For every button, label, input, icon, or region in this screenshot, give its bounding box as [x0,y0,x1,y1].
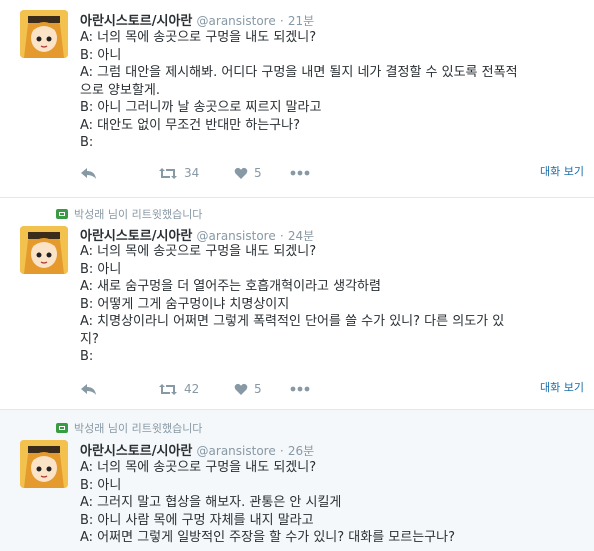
tweet-time[interactable]: 26분 [288,444,314,458]
more-button[interactable] [290,170,330,176]
tweet-1[interactable]: 아란시스토르/시아란 @aransistore · 21분 A: 너의 목에 송… [0,0,594,198]
avatar-anime-girl-icon [20,440,68,488]
tweet-line: 지? [80,331,99,347]
retweeted-by-text[interactable]: 박성래 님이 리트윗했습니다 [74,206,202,222]
reply-icon [81,383,96,395]
tweet-actions: 42 5 [80,380,580,398]
more-icon [290,386,310,392]
tweet-line: 으로 양보할게. [80,82,161,98]
tweet-line: B: [80,135,94,150]
separator-dot: · [279,444,284,458]
reply-button[interactable] [80,167,158,180]
retweet-button[interactable]: 42 [158,382,234,396]
retweeted-icon [56,209,68,219]
retweet-icon [159,167,177,179]
view-conversation-link[interactable]: 대화 보기 [540,163,584,179]
retweeted-icon [56,423,68,433]
avatar[interactable] [20,226,68,274]
display-name[interactable]: 아란시스토르/시아란 [80,14,192,29]
avatar-anime-girl-icon [20,10,68,58]
heart-icon [234,383,248,395]
tweet-line: B: 아니 [80,477,122,493]
tweet-2[interactable]: 박성래 님이 리트윗했습니다 아란시스토르/시아란 @aransistore ·… [0,198,594,410]
like-count: 5 [254,166,262,180]
retweet-icon [159,383,177,395]
retweet-button[interactable]: 34 [158,166,234,180]
tweet-3[interactable]: 박성래 님이 리트윗했습니다 아란시스토르/시아란 @aransistore ·… [0,410,594,551]
tweet-line: A: 너의 목에 송곳으로 구멍을 내도 되겠니? [80,244,317,259]
retweet-count: 42 [184,382,200,396]
display-name[interactable]: 아란시스토르/시아란 [80,229,192,244]
tweet-time[interactable]: 21분 [288,14,314,28]
more-icon [290,170,310,176]
retweet-count: 34 [184,166,200,180]
tweet-header: 아란시스토르/시아란 @aransistore · 24분 [80,225,314,244]
tweet-line: A: 너의 목에 송곳으로 구멍을 내도 되겠니? [80,460,317,475]
avatar-anime-girl-icon [20,226,68,274]
tweet-line: A: 대안도 없이 무조건 반대만 하는구나? [80,117,301,133]
avatar[interactable] [20,10,68,58]
reply-button[interactable] [80,383,158,396]
display-name[interactable]: 아란시스토르/시아란 [80,444,192,459]
tweet-header: 아란시스토르/시아란 @aransistore · 26분 [80,440,314,459]
retweet-context: 박성래 님이 리트윗했습니다 [56,206,202,222]
tweet-text: A: 너의 목에 송곳으로 구멍을 내도 되겠니? B: 아니 A: 새로 숨구… [80,243,580,366]
user-handle[interactable]: @aransistore [197,14,276,28]
tweet-time[interactable]: 24분 [288,229,314,243]
tweet-line: B: 아니 [80,261,122,277]
tweet-text: A: 너의 목에 송곳으로 구멍을 내도 되겠니? B: 아니 A: 그럼 대안… [80,29,580,152]
like-button[interactable]: 5 [234,166,290,180]
separator-dot: · [279,14,284,28]
tweet-line: A: 새로 숨구멍을 더 열어주는 호흡개혁이라고 생각하렴 [80,279,381,294]
tweet-text: A: 너의 목에 송곳으로 구멍을 내도 되겠니? B: 아니 A: 그러지 말… [80,459,580,547]
retweet-context: 박성래 님이 리트윗했습니다 [56,420,202,436]
tweet-line: B: 어떻게 그게 숨구멍이냐 치명상이지 [80,296,290,312]
tweet-line: B: [80,349,94,364]
like-button[interactable]: 5 [234,382,290,396]
heart-icon [234,167,248,179]
tweet-line: A: 그러지 말고 협상을 해보자. 관통은 안 시킬게 [80,495,342,510]
user-handle[interactable]: @aransistore [197,229,276,243]
tweet-actions: 34 5 [80,164,580,182]
separator-dot: · [279,229,284,243]
tweet-line: A: 너의 목에 송곳으로 구멍을 내도 되겠니? [80,30,317,45]
tweet-line: B: 아니 사람 목에 구멍 자체를 내지 말라고 [80,512,314,528]
avatar[interactable] [20,440,68,488]
retweeted-by-text[interactable]: 박성래 님이 리트윗했습니다 [74,420,202,436]
tweet-line: A: 그럼 대안을 제시해봐. 어디다 구멍을 내면 될지 네가 결정할 수 있… [80,65,518,80]
more-button[interactable] [290,386,330,392]
tweet-line: A: 치명상이라니 어쩌면 그렇게 폭력적인 단어를 쓸 수가 있니? 다른 의… [80,314,505,329]
tweet-header: 아란시스토르/시아란 @aransistore · 21분 [80,10,314,29]
reply-icon [81,167,96,179]
tweet-line: B: 아니 그러니까 날 송곳으로 찌르지 말라고 [80,100,322,115]
view-conversation-link[interactable]: 대화 보기 [540,379,584,395]
tweet-line: B: 아니 [80,47,122,63]
user-handle[interactable]: @aransistore [197,444,276,458]
tweet-line: A: 어쩌면 그렇게 일방적인 주장을 할 수가 있니? 대화를 모르는구나? [80,530,455,545]
like-count: 5 [254,382,262,396]
